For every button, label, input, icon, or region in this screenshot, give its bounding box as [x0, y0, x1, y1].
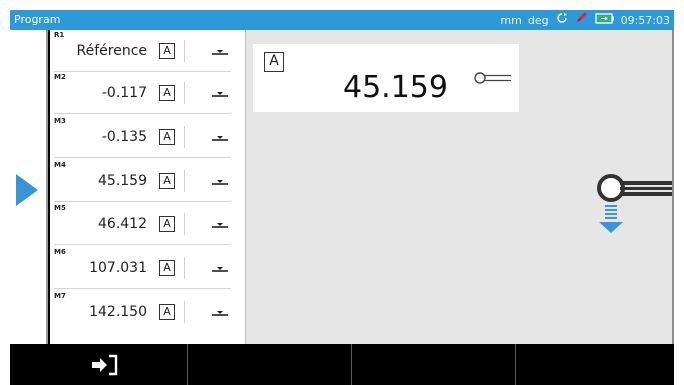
mode-badge[interactable]: A [159, 43, 175, 59]
row-divider [54, 113, 231, 114]
measure-id: M5 [54, 204, 66, 212]
probe-move-down-icon [596, 171, 674, 245]
probe-down-icon[interactable] [211, 174, 229, 193]
row-divider [54, 201, 231, 202]
list-item[interactable]: M6 107.031 A [50, 247, 245, 289]
length-unit: mm [500, 13, 522, 27]
measure-value: -0.135 [101, 129, 147, 145]
measurement-list: R1 Référence A M2 -0.117 A M3 -0.135 A M… [50, 30, 245, 344]
divider [184, 40, 185, 62]
mode-badge[interactable]: A [159, 260, 175, 276]
measure-value: 46.412 [98, 216, 147, 232]
measure-value: 45.159 [98, 173, 147, 189]
program-title: Program [14, 13, 61, 26]
softkey-3[interactable] [352, 344, 516, 385]
divider [184, 170, 185, 192]
exit-button[interactable] [10, 344, 188, 385]
list-item[interactable]: M3 -0.135 A [50, 116, 245, 158]
measure-value: 107.031 [89, 260, 147, 276]
list-item[interactable]: M5 46.412 A [50, 203, 245, 245]
row-divider [54, 288, 231, 289]
title-bar: Program mm deg 09:57:03 [10, 10, 674, 30]
probe-down-icon[interactable] [211, 261, 229, 280]
readout-panel: A 45.159 [253, 44, 519, 112]
list-item[interactable]: M4 45.159 A [50, 160, 245, 202]
mode-badge[interactable]: A [159, 129, 175, 145]
softkey-4[interactable] [516, 344, 674, 385]
divider [184, 82, 185, 104]
list-item[interactable]: M7 142.150 A [50, 291, 245, 333]
probe-down-icon[interactable] [211, 86, 229, 105]
play-arrow-icon[interactable] [10, 170, 42, 214]
divider [184, 257, 185, 279]
measure-id: M3 [54, 117, 66, 125]
readout-mode-badge[interactable]: A [264, 52, 284, 72]
footer-bar [10, 344, 674, 385]
battery-icon [594, 11, 615, 31]
mode-badge[interactable]: A [159, 173, 175, 189]
row-divider [54, 244, 231, 245]
probe-down-icon[interactable] [211, 305, 229, 324]
divider [184, 126, 185, 148]
row-divider [54, 157, 231, 158]
list-item[interactable]: M2 -0.117 A [50, 72, 245, 114]
scrollbar[interactable] [672, 30, 674, 344]
clock: 09:57:03 [620, 13, 670, 27]
angle-unit: deg [527, 13, 549, 27]
mode-badge[interactable]: A [159, 304, 175, 320]
measure-id: R1 [54, 31, 65, 39]
mode-badge[interactable]: A [159, 85, 175, 101]
softkey-2[interactable] [188, 344, 352, 385]
divider [184, 301, 185, 323]
divider [184, 213, 185, 235]
measure-value: 142.150 [89, 304, 147, 320]
measure-id: M7 [54, 292, 66, 300]
list-item[interactable]: R1 Référence A [50, 30, 245, 72]
measure-value: -0.117 [101, 85, 147, 101]
measure-value: Référence [76, 43, 148, 59]
main-display: A 45.159 [245, 30, 674, 344]
rotate-icon [555, 11, 569, 31]
measure-id: M2 [54, 73, 66, 81]
probe-down-icon[interactable] [211, 44, 229, 63]
probe-down-icon[interactable] [211, 217, 229, 236]
mode-badge[interactable]: A [159, 216, 175, 232]
measure-id: M6 [54, 248, 66, 256]
pen-icon [575, 10, 589, 31]
measure-id: M4 [54, 161, 66, 169]
exit-icon [90, 353, 120, 381]
probe-icon [473, 70, 513, 89]
status-area: mm deg 09:57:03 [500, 10, 670, 31]
probe-down-icon[interactable] [211, 130, 229, 149]
readout-value: 45.159 [343, 70, 448, 105]
